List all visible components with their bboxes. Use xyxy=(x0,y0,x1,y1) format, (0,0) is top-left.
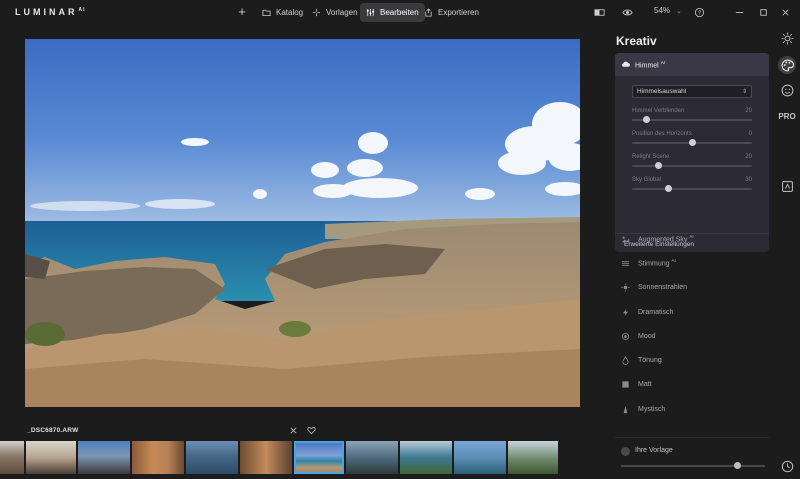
zoom-level[interactable]: 54% ⌄ xyxy=(654,6,682,15)
tool-augmented-sky[interactable]: Augmented Sky AI xyxy=(615,231,769,247)
tab-bearbeiten[interactable]: Bearbeiten xyxy=(360,3,425,22)
filmstrip-thumb[interactable] xyxy=(78,441,130,474)
compare-icon[interactable] xyxy=(592,5,606,19)
cloud-icon xyxy=(622,61,630,67)
export-icon xyxy=(425,8,432,17)
maximize-icon[interactable] xyxy=(756,5,770,19)
filmstrip-thumb[interactable] xyxy=(346,441,398,474)
history-clock-icon[interactable] xyxy=(778,457,796,475)
minimize-icon[interactable] xyxy=(732,5,746,19)
toning-icon xyxy=(619,354,631,366)
eye-icon[interactable] xyxy=(620,5,634,19)
slider-knob[interactable] xyxy=(642,116,650,123)
filmstrip xyxy=(0,441,604,474)
tab-katalog[interactable]: Katalog xyxy=(256,3,309,22)
main-photo[interactable] xyxy=(25,39,580,407)
filmstrip-thumb[interactable] xyxy=(240,441,292,474)
slider-sky-blend[interactable]: Himmel Verblenden 20 xyxy=(632,108,752,128)
tab-vorlagen[interactable]: Vorlagen xyxy=(306,3,364,22)
chevron-down-icon: ⌄ xyxy=(676,8,682,15)
filmstrip-thumb[interactable] xyxy=(26,441,76,474)
slider-knob[interactable] xyxy=(688,139,696,146)
sky-tool-card: Himmel AI Himmelsauswahl ⇕ Himmel Verble… xyxy=(615,53,769,252)
preset-label: Ihre Vorlage xyxy=(635,447,673,454)
sky-selection-dropdown[interactable]: Himmelsauswahl ⇕ xyxy=(632,85,752,98)
sky-tool-header[interactable]: Himmel AI xyxy=(615,53,769,76)
sliders-icon xyxy=(366,8,375,17)
slider-horizon-position[interactable]: Position des Horizonts 0 xyxy=(632,131,752,151)
svg-text:?: ? xyxy=(697,10,700,16)
pro-tools-icon[interactable]: PRO xyxy=(778,107,796,125)
filmstrip-thumb-selected[interactable] xyxy=(294,441,344,474)
preset-icon xyxy=(621,447,630,456)
matte-icon xyxy=(619,378,631,390)
portrait-icon[interactable] xyxy=(778,81,796,99)
preset-slider[interactable] xyxy=(621,465,765,467)
slider-knob[interactable] xyxy=(733,462,741,469)
filmstrip-thumb[interactable] xyxy=(454,441,506,474)
app-logo: LUMINARAI xyxy=(15,7,86,17)
reject-icon[interactable] xyxy=(288,425,299,436)
tab-exportieren[interactable]: Exportieren xyxy=(418,3,485,22)
canvas-icon[interactable] xyxy=(778,177,796,195)
help-icon[interactable]: ? xyxy=(692,5,706,19)
slider-sky-global[interactable]: Sky Global 30 xyxy=(632,177,752,197)
tool-stimmung[interactable]: Stimmung AI xyxy=(615,255,769,271)
edit-panel: Kreativ Himmel AI Himmelsauswahl ⇕ Himme… xyxy=(607,25,772,479)
slider-relight-scene[interactable]: Relight Scene 20 xyxy=(632,154,752,174)
sparkle-icon xyxy=(312,8,321,17)
tool-toenung[interactable]: Tönung xyxy=(615,352,769,368)
lightning-icon xyxy=(619,306,631,318)
tool-mystisch[interactable]: Mystisch xyxy=(615,401,769,417)
slider-knob[interactable] xyxy=(664,185,672,192)
tool-matt[interactable]: Matt xyxy=(615,376,769,392)
palette-icon[interactable] xyxy=(778,56,796,74)
folder-icon xyxy=(262,9,271,17)
heart-icon[interactable] xyxy=(306,425,317,436)
filmstrip-thumb[interactable] xyxy=(400,441,452,474)
filmstrip-thumb[interactable] xyxy=(0,441,24,474)
panel-title: Kreativ xyxy=(616,34,657,48)
filmstrip-thumb[interactable] xyxy=(186,441,238,474)
filename-label: _DSC6870.ARW xyxy=(27,427,79,434)
tool-mood[interactable]: Mood xyxy=(615,328,769,344)
filmstrip-thumb[interactable] xyxy=(132,441,184,474)
filmstrip-thumb[interactable] xyxy=(508,441,558,474)
close-icon[interactable] xyxy=(778,5,792,19)
light-icon[interactable] xyxy=(778,29,796,47)
mood-icon xyxy=(619,330,631,342)
preset-section: Ihre Vorlage xyxy=(615,437,769,479)
slider-knob[interactable] xyxy=(654,162,662,169)
top-bar: LUMINARAI + Katalog Vorlagen Bearbeiten … xyxy=(0,0,800,25)
tool-sonnenstrahlen[interactable]: Sonnenstrahlen xyxy=(615,279,769,295)
sky-tool-label: Himmel xyxy=(635,62,659,70)
cloud-landscape-icon xyxy=(619,233,631,245)
updown-icon: ⇕ xyxy=(741,89,747,95)
tool-dramatisch[interactable]: Dramatisch xyxy=(615,304,769,320)
mystic-icon xyxy=(619,403,631,415)
lines-icon xyxy=(619,257,631,269)
sun-rays-icon xyxy=(619,281,631,293)
add-button[interactable]: + xyxy=(236,4,248,20)
